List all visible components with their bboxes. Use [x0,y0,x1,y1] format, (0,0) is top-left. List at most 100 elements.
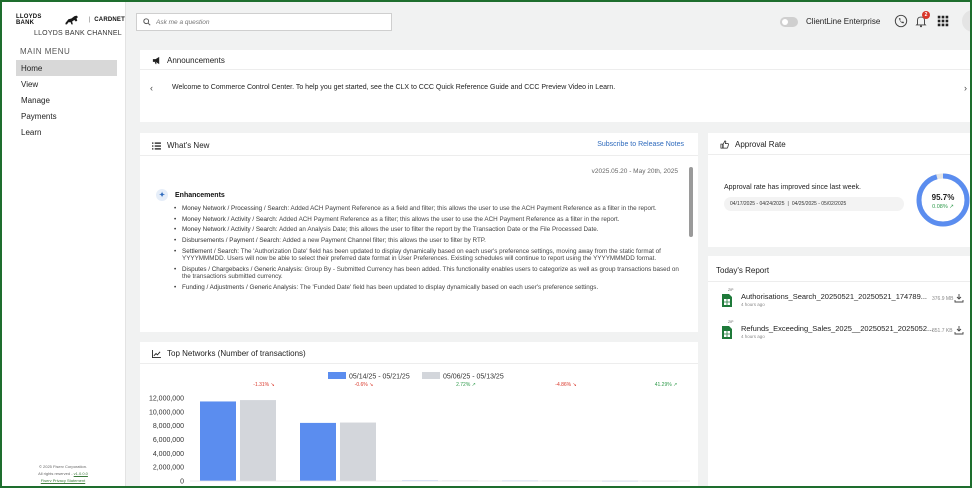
channel-name: LLOYDS BANK CHANNEL [34,30,122,37]
sidebar-item-view[interactable]: View [16,76,117,92]
file-age: 4 hours ago [741,302,765,307]
todays-report-header: Today's Report [708,256,972,282]
legend-swatch [328,372,346,379]
approval-rate-title-row: Approval Rate [720,140,786,149]
brand-name: LLOYDS BANK [16,14,42,26]
announcements-header: Announcements [140,50,972,70]
range-previous: 04/25/2025 - 05/02/2025 [791,201,847,207]
list-item: Money Network / Activity / Search: Added… [174,216,682,224]
version-link[interactable]: v1.0.0.0 [74,471,88,476]
list-item: Money Network / Processing / Search: Add… [174,205,682,213]
change-label: -4.86% ↘ [555,382,576,388]
y-tick-label: 8,000,000 [153,423,184,430]
change-label: -1.31% ↘ [253,382,274,388]
whats-new-card: What's New Subscribe to Release Notes v2… [140,133,698,332]
top-networks-header: Top Networks (Number of transactions) [140,342,698,364]
legend-swatch [422,372,440,379]
announcements-title: Announcements [167,56,225,65]
file-type-label: ZIP [728,288,734,292]
spreadsheet-file-icon [722,326,732,339]
apps-grid-icon[interactable] [936,14,950,28]
whats-new-title: What's New [167,141,210,150]
bar [240,400,276,481]
download-icon[interactable] [954,293,964,303]
file-type-label: ZIP [728,320,734,324]
spreadsheet-file-icon [722,294,732,307]
list-item: Settlement / Search: The 'Authorization … [174,248,682,263]
user-avatar[interactable]: L [962,10,972,32]
approval-change: 0.08% ↗ [914,204,972,210]
top-bar: ClientLine Enterprise 2 L [126,0,972,42]
enhancements-list: Money Network / Processing / Search: Add… [174,205,682,295]
brand-logo[interactable]: LLOYDS BANK | CARDNET [0,0,125,26]
y-tick-label: 0 [180,479,184,486]
megaphone-icon [152,56,160,65]
phone-icon[interactable] [894,14,908,28]
list-item: Funding / Adjustments / Generic Analysis… [174,284,682,292]
top-networks-card: Top Networks (Number of transactions) 12… [140,342,698,488]
sidebar-item-home[interactable]: Home [16,60,117,76]
announcements-title-row: Announcements [152,56,225,65]
todays-report-card: Today's Report ZIP Authorisations_Search… [708,256,972,488]
file-age: 4 hours ago [741,334,765,339]
approval-rate-title: Approval Rate [735,140,786,149]
whats-new-title-row: What's New [152,141,209,150]
date-range-pill: 04/17/2025 - 04/24/2025 | 04/25/2025 - 0… [724,197,904,211]
approval-rate-card: Approval Rate Approval rate has improved… [708,133,972,247]
bar [340,422,376,481]
top-networks-title-row: Top Networks (Number of transactions) [152,349,306,358]
bar [300,422,336,481]
search-box[interactable] [136,13,392,31]
y-tick-label: 12,000,000 [149,396,184,403]
legend-label: 05/14/25 - 05/21/25 [349,374,410,381]
y-tick-label: 4,000,000 [153,451,184,458]
sidebar-item-payments[interactable]: Payments [16,108,117,124]
list-icon [152,141,161,150]
release-version: v2025.05.20 - May 20th, 2025 [591,168,678,175]
approval-message: Approval rate has improved since last we… [724,184,861,191]
sidebar: LLOYDS BANK | CARDNET LLOYDS BANK CHANNE… [0,0,126,488]
privacy-link[interactable]: Fiserv Privacy Statement [0,477,126,484]
approval-change-value: 0.08% [932,204,948,210]
notification-badge: 2 [922,11,930,19]
subscribe-release-notes-link[interactable]: Subscribe to Release Notes [597,141,684,148]
y-tick-label: 6,000,000 [153,437,184,444]
legend-label: 05/06/25 - 05/13/25 [443,374,504,381]
brand-separator: | [88,17,91,23]
list-item: Disbursements / Payment / Search: Added … [174,237,682,245]
announcement-text: Welcome to Commerce Control Center. To h… [172,84,616,91]
approval-percent: 95.7% [931,193,955,202]
top-networks-chart: 12,000,000 10,000,000 8,000,000 6,000,000 4,… [149,372,690,486]
enhancements-heading: ✦ Enhancements [156,189,225,201]
trend-up-icon: ↗ [949,204,954,210]
sidebar-item-learn[interactable]: Learn [16,124,117,140]
sidebar-item-manage[interactable]: Manage [16,92,117,108]
sidebar-footer: © 2025 Fiserv Corporation. All rights re… [0,463,126,484]
file-size: 851.7 KB [932,328,953,334]
announcements-card: Announcements ‹ Welcome to Commerce Cont… [140,50,972,122]
report-file-row[interactable]: ZIP Authorisations_Search_20250521_20250… [722,288,972,316]
report-file-row[interactable]: ZIP Refunds_Exceeding_Sales_2025__202505… [722,320,972,348]
enhancements-title: Enhancements [175,191,225,199]
range-current: 04/17/2025 - 04/24/2025 [730,201,785,207]
chevron-left-icon[interactable]: ‹ [150,83,153,93]
thumbs-up-icon [720,140,729,149]
bar [200,401,236,481]
rights-text: All rights reserved [38,471,71,476]
change-label: 2.72% ↗ [456,382,476,388]
main-menu-heading: MAIN MENU [20,47,71,56]
line-chart-icon [152,349,161,358]
file-name[interactable]: Authorisations_Search_20250521_20250521_… [741,292,927,301]
approval-rate-header: Approval Rate [708,133,972,155]
search-input[interactable] [156,18,376,26]
file-name[interactable]: Refunds_Exceeding_Sales_2025__20250521_2… [741,324,933,333]
top-networks-title: Top Networks (Number of transactions) [167,349,306,358]
whats-new-scrollbar[interactable] [688,157,694,330]
list-item: Money Network / Activity / Search: Added… [174,226,682,234]
change-label: -0.6% ↘ [355,382,374,388]
download-icon[interactable] [954,325,964,335]
enterprise-toggle[interactable] [780,17,798,27]
chevron-right-icon[interactable]: › [964,83,967,93]
scrollbar-thumb[interactable] [689,167,693,237]
todays-report-title: Today's Report [716,266,770,275]
